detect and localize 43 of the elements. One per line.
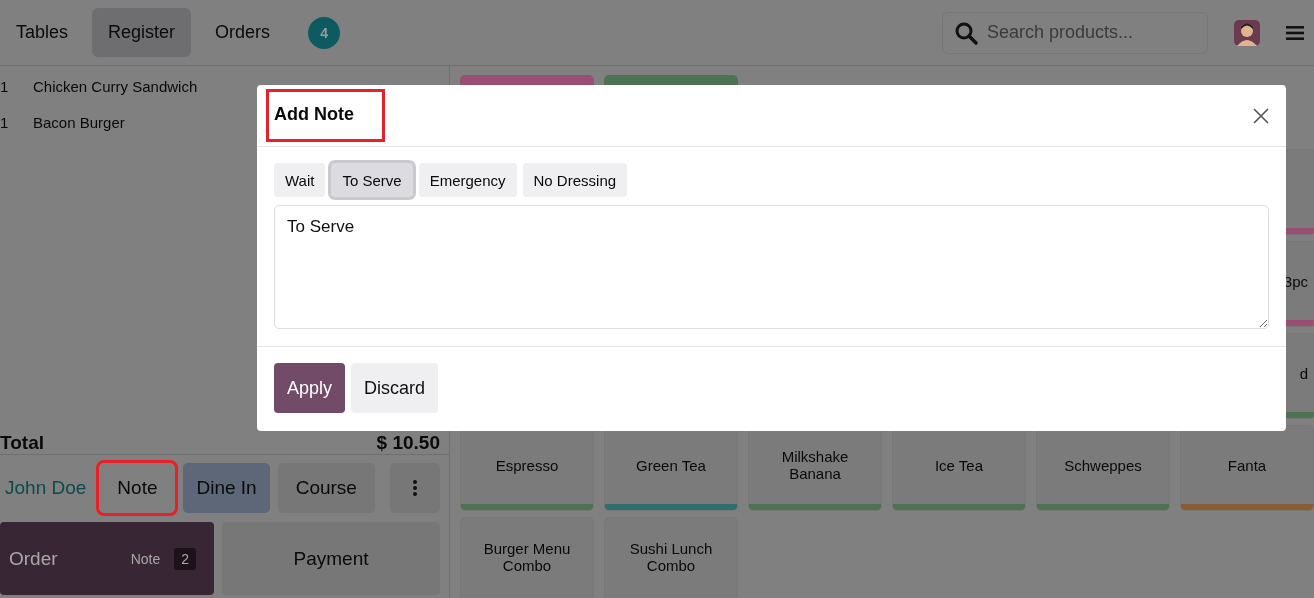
product-name: Burger Menu Combo: [482, 540, 572, 574]
product-tile[interactable]: Burger Menu Combo: [460, 517, 594, 598]
line-name: Bacon Burger: [33, 113, 125, 131]
note-chip[interactable]: Emergency: [418, 163, 517, 197]
product-tile[interactable]: Fanta: [1180, 425, 1314, 511]
customer-button[interactable]: John Doe: [0, 463, 92, 513]
product-name: Ice Tea: [934, 456, 984, 474]
dots-icon: [413, 480, 417, 496]
product-name: 3pc: [1283, 272, 1308, 290]
total-label: Total: [0, 432, 44, 454]
line-name: Chicken Curry Sandwich: [33, 77, 198, 95]
nav-tab[interactable]: Register: [92, 8, 192, 57]
line-quantity: 1: [0, 77, 10, 95]
product-name: Milkshake Banana: [780, 448, 850, 482]
nav-tab[interactable]: Tables: [0, 8, 85, 57]
line-quantity: 1: [0, 113, 10, 131]
avatar-icon[interactable]: [1234, 19, 1260, 46]
note-chip[interactable]: Wait: [274, 163, 326, 197]
close-icon[interactable]: [1253, 107, 1269, 124]
note-chip[interactable]: To Serve: [331, 163, 413, 197]
order-count-badge: 4: [308, 16, 341, 49]
order-button[interactable]: Order Note 2: [0, 522, 214, 595]
product-tile[interactable]: Sushi Lunch Combo: [604, 517, 738, 598]
search-icon: [954, 20, 978, 45]
product-name: Sushi Lunch Combo: [628, 540, 714, 574]
total-amount: $ 10.50: [376, 432, 440, 454]
nav-tab[interactable]: Orders: [199, 8, 287, 57]
note-field[interactable]: To Serve: [274, 205, 1269, 329]
dialog-title: Add Note: [269, 92, 382, 139]
menu-icon[interactable]: [1286, 24, 1304, 41]
product-name: Espresso: [495, 456, 559, 474]
payment-button[interactable]: Payment: [222, 522, 440, 595]
product-name: d: [1299, 364, 1308, 382]
note-chip[interactable]: No Dressing: [522, 163, 628, 197]
product-name: Schweppes: [1064, 456, 1142, 474]
action-button[interactable]: Dine In: [183, 463, 270, 513]
action-button[interactable]: Course: [277, 463, 375, 513]
product-name: Fanta: [1227, 456, 1267, 474]
discard-button[interactable]: Discard: [351, 363, 439, 413]
action-button[interactable]: Note: [99, 463, 176, 513]
product-name: Green Tea: [636, 456, 706, 474]
apply-button[interactable]: Apply: [274, 363, 346, 413]
search-field[interactable]: Search products...: [942, 11, 1208, 54]
